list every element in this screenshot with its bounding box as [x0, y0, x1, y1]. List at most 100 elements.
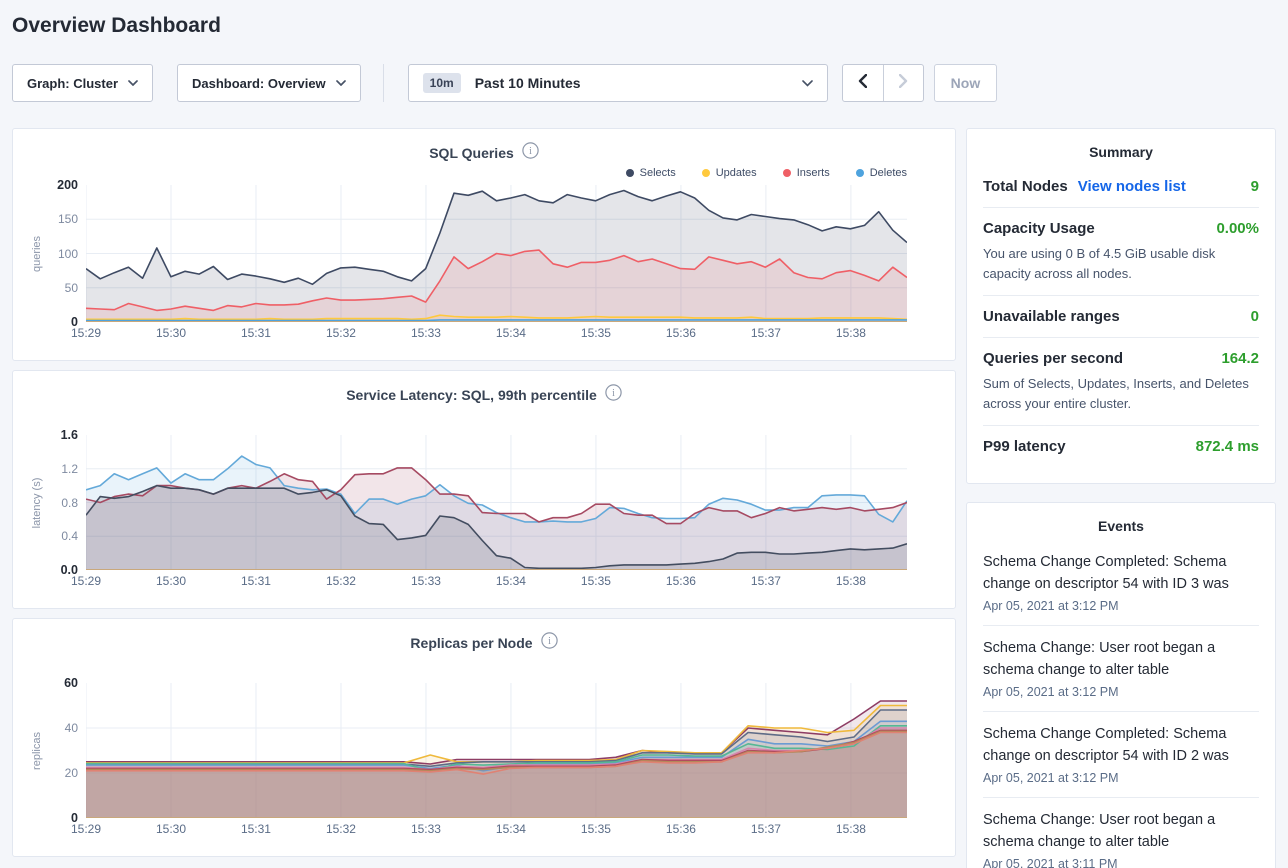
events-panel: Events Schema Change Completed: Schema c…: [966, 502, 1276, 868]
x-tick-label: 15:34: [496, 326, 526, 340]
x-tick-label: 15:30: [156, 574, 186, 588]
info-icon[interactable]: i: [522, 142, 539, 164]
legend-item[interactable]: Selects: [626, 165, 676, 181]
event-list: Schema Change Completed: Schema change o…: [983, 540, 1259, 868]
y-tick-label: 1.6: [61, 428, 78, 442]
service-latency-chart[interactable]: [86, 435, 907, 570]
x-tick-label: 15:37: [751, 574, 781, 588]
dashboard-dropdown[interactable]: Dashboard: Overview: [177, 64, 361, 102]
total-nodes-value: 9: [1251, 178, 1259, 195]
x-tick-label: 15:38: [836, 574, 866, 588]
event-item: Schema Change: User root began a schema …: [983, 626, 1259, 712]
chart-title: Replicas per Node: [410, 635, 532, 651]
capacity-value: 0.00%: [1216, 220, 1259, 237]
summary-row-qps: Queries per second 164.2 Sum of Selects,…: [983, 338, 1259, 426]
page-title: Overview Dashboard: [12, 14, 1276, 38]
x-axis: 15:2915:3015:3115:3215:3315:3415:3515:36…: [86, 574, 907, 590]
graph-scope-label: Graph: Cluster: [27, 76, 118, 91]
chevron-down-icon: [336, 80, 346, 86]
chevron-down-icon: [128, 80, 138, 86]
chart-legend: Selects Updates Inserts Deletes: [13, 165, 907, 181]
x-tick-label: 15:31: [241, 326, 271, 340]
legend-label: Inserts: [797, 167, 830, 179]
y-axis: latency (s) 0.00.40.81.21.6: [13, 435, 86, 570]
legend-item[interactable]: Inserts: [783, 165, 830, 181]
svg-text:i: i: [548, 636, 551, 647]
summary-title: Summary: [983, 129, 1259, 166]
sql-queries-chart[interactable]: [86, 185, 907, 322]
chevron-left-icon: [858, 74, 867, 93]
x-tick-label: 15:29: [71, 574, 101, 588]
service-latency-panel: Service Latency: SQL, 99th percentile i …: [12, 370, 956, 609]
x-tick-label: 15:32: [326, 822, 356, 836]
time-prev-button[interactable]: [843, 65, 883, 101]
event-message: Schema Change: User root began a schema …: [983, 637, 1259, 682]
capacity-label: Capacity Usage: [983, 220, 1095, 237]
event-item: Schema Change Completed: Schema change o…: [983, 712, 1259, 798]
y-tick-label: 150: [58, 212, 78, 226]
time-next-button[interactable]: [883, 65, 923, 101]
y-axis: queries 050100150200: [13, 185, 86, 322]
x-tick-label: 15:30: [156, 326, 186, 340]
x-tick-label: 15:29: [71, 326, 101, 340]
y-tick-label: 100: [58, 247, 78, 261]
events-title: Events: [983, 503, 1259, 540]
x-tick-label: 15:36: [666, 574, 696, 588]
x-tick-label: 15:33: [411, 574, 441, 588]
legend-label: Updates: [716, 167, 757, 179]
view-nodes-list-link[interactable]: View nodes list: [1078, 178, 1186, 195]
x-tick-label: 15:31: [241, 574, 271, 588]
info-icon[interactable]: i: [605, 384, 622, 406]
chevron-right-icon: [899, 74, 908, 93]
now-button[interactable]: Now: [934, 64, 998, 102]
svg-text:i: i: [612, 388, 615, 399]
x-tick-label: 15:36: [666, 822, 696, 836]
p99-latency-label: P99 latency: [983, 438, 1066, 455]
dashboard-label: Dashboard: Overview: [192, 76, 326, 91]
x-tick-label: 15:34: [496, 822, 526, 836]
toolbar: Graph: Cluster Dashboard: Overview 10m P…: [12, 64, 1276, 102]
x-tick-label: 15:33: [411, 326, 441, 340]
y-axis: replicas 0204060: [13, 683, 86, 818]
svg-text:i: i: [529, 146, 532, 157]
legend-dot-icon: [783, 169, 791, 177]
summary-row-unavailable: Unavailable ranges 0: [983, 296, 1259, 338]
event-timestamp: Apr 05, 2021 at 3:12 PM: [983, 599, 1259, 613]
y-tick-label: 60: [64, 676, 78, 690]
x-tick-label: 15:36: [666, 326, 696, 340]
legend-dot-icon: [626, 169, 634, 177]
time-range-selector[interactable]: 10m Past 10 Minutes: [408, 64, 828, 102]
legend-item[interactable]: Updates: [702, 165, 757, 181]
time-nav-group: [842, 64, 924, 102]
legend-dot-icon: [856, 169, 864, 177]
x-tick-label: 15:37: [751, 822, 781, 836]
x-tick-label: 15:34: [496, 574, 526, 588]
x-tick-label: 15:35: [581, 574, 611, 588]
qps-value: 164.2: [1221, 350, 1259, 367]
graph-scope-dropdown[interactable]: Graph: Cluster: [12, 64, 153, 102]
x-tick-label: 15:33: [411, 822, 441, 836]
chart-title: Service Latency: SQL, 99th percentile: [346, 387, 597, 403]
toolbar-divider: [383, 64, 384, 102]
x-tick-label: 15:32: [326, 326, 356, 340]
unavailable-ranges-value: 0: [1251, 308, 1259, 325]
x-tick-label: 15:37: [751, 326, 781, 340]
legend-label: Deletes: [870, 167, 907, 179]
replicas-per-node-chart[interactable]: [86, 683, 907, 818]
chevron-down-icon: [802, 74, 813, 92]
event-message: Schema Change Completed: Schema change o…: [983, 723, 1259, 768]
unavailable-ranges-label: Unavailable ranges: [983, 308, 1120, 325]
event-message: Schema Change: User root began a schema …: [983, 809, 1259, 854]
legend-item[interactable]: Deletes: [856, 165, 907, 181]
event-item: Schema Change: User root began a schema …: [983, 798, 1259, 868]
qps-label: Queries per second: [983, 350, 1123, 367]
y-tick-label: 50: [65, 281, 78, 295]
x-tick-label: 15:32: [326, 574, 356, 588]
x-tick-label: 15:30: [156, 822, 186, 836]
info-icon[interactable]: i: [541, 632, 558, 654]
replicas-per-node-panel: Replicas per Node i replicas 0204060 15:…: [12, 618, 956, 857]
charts-column: SQL Queries i SelectsUpdatesInsertsDelet…: [12, 128, 956, 866]
event-item: Schema Change Completed: Schema change o…: [983, 540, 1259, 626]
y-tick-label: 1.2: [61, 462, 78, 476]
event-message: Schema Change Completed: Schema change o…: [983, 551, 1259, 596]
